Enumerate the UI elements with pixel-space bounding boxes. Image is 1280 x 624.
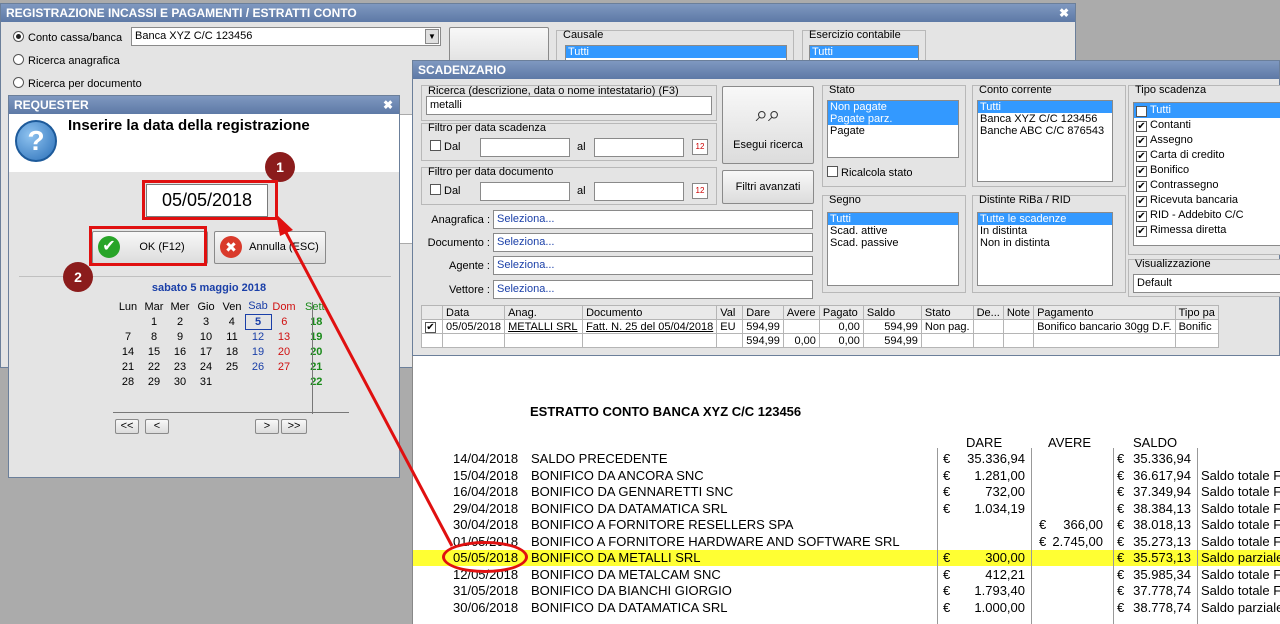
arrow-head xyxy=(276,214,293,236)
arrow-line xyxy=(280,224,454,547)
annotation-arrow xyxy=(276,214,454,547)
